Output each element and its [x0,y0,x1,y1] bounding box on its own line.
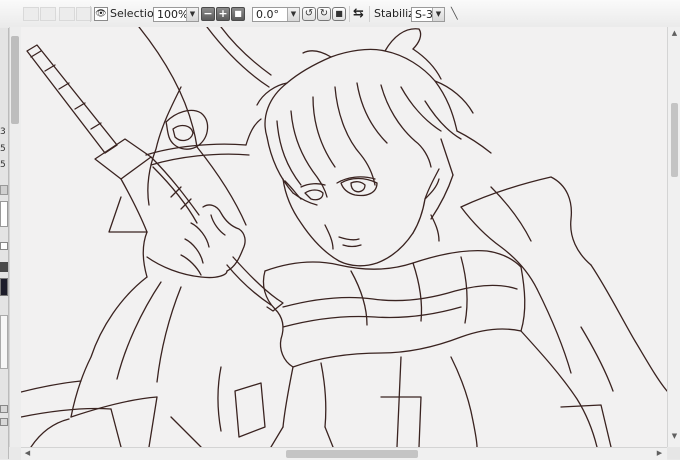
panel-button[interactable] [0,405,8,413]
scroll-left-arrow-icon[interactable]: ◀ [21,449,34,457]
disabled-tool-button[interactable] [40,7,56,21]
disabled-tool-button[interactable] [23,7,39,21]
panel-value: 5 [0,144,6,154]
sword-lineart [26,44,284,312]
scrollbar-corner [667,447,680,459]
eye-icon: 👁 [95,9,107,19]
zoom-reset-button[interactable]: ■ [231,7,245,21]
chevron-down-icon[interactable]: ▼ [186,8,198,21]
toolbar-separator [90,6,91,22]
panel-checkbox[interactable] [0,242,8,250]
panel-value: 5 [0,160,6,170]
stabilizer-value: S-3 [415,8,433,21]
primary-color-swatch[interactable] [0,278,8,296]
zoom-value: 100% [157,8,189,21]
horizontal-scrollbar[interactable]: ◀ ▶ [21,447,667,460]
background-blade-lineart [138,27,272,226]
zoom-in-button[interactable]: + [216,7,230,21]
panel-field[interactable] [0,201,8,227]
left-tool-panel: 3 5 5 [0,28,9,459]
pen-stroke-icon[interactable]: ╲ [451,7,458,21]
rotation-value: 0.0° [256,8,279,21]
disabled-tool-button[interactable] [59,7,75,21]
selection-visibility-eye-icon[interactable]: 👁 [94,7,108,21]
drawing-canvas[interactable] [21,27,667,447]
chevron-down-icon[interactable]: ▼ [287,8,299,21]
top-toolbar: 👁 Selection 100% ▼ − + ■ 0.0° ▼ ↺ ↻ ■ ⇆ … [0,0,680,29]
panel-button[interactable] [0,418,8,426]
panel-value: 3 [0,127,6,137]
left-panel-scroll-thumb[interactable] [11,36,19,124]
hand-lineart [142,204,246,279]
panel-field[interactable] [0,315,8,369]
scarf-lineart [262,249,526,447]
scroll-right-arrow-icon[interactable]: ▶ [653,449,666,457]
chevron-down-icon[interactable]: ▼ [432,8,444,21]
vertical-scrollbar[interactable]: ▲ ▼ [667,27,680,447]
rotation-select[interactable]: 0.0° ▼ [252,7,300,22]
panel-swap-icon[interactable] [0,262,8,272]
rotate-left-button[interactable]: ↺ [302,7,316,21]
rotation-reset-button[interactable]: ■ [332,7,346,21]
vertical-scroll-thumb[interactable] [671,103,678,177]
toolbar-separator [369,6,370,22]
rotate-right-button[interactable]: ↻ [317,7,331,21]
panel-button[interactable] [0,185,8,195]
face-lineart [282,168,440,267]
scroll-down-arrow-icon[interactable]: ▼ [668,432,680,440]
zoom-out-button[interactable]: − [201,7,215,21]
flip-horizontal-icon[interactable]: ⇆ [353,7,364,21]
horizontal-scroll-thumb[interactable] [286,450,418,458]
zoom-select[interactable]: 100% ▼ [153,7,199,22]
toolbar-separator [349,6,350,22]
arm-lineart [21,276,202,447]
stabilizer-select[interactable]: S-3 ▼ [411,7,445,22]
scroll-up-arrow-icon[interactable]: ▲ [668,29,680,37]
